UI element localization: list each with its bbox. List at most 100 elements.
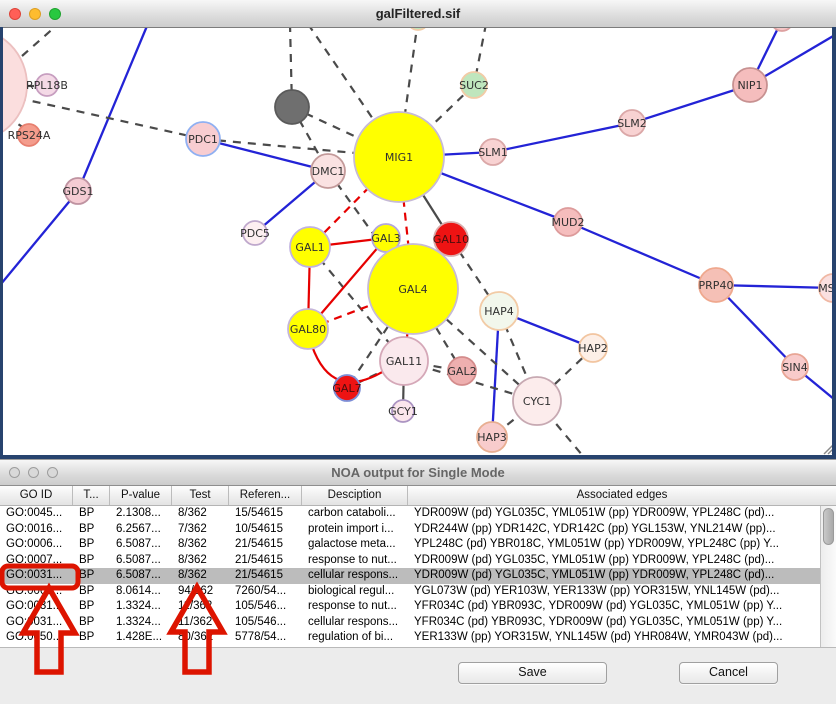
scrollbar-thumb[interactable] <box>823 508 834 545</box>
noa-titlebar[interactable]: NOA output for Single Mode <box>0 460 836 486</box>
table-row[interactable]: GO:0045...BP2.1308...8/36215/54615carbon… <box>0 506 820 522</box>
cell-p_value: 1.3324... <box>110 599 172 615</box>
cell-reference: 105/546... <box>229 615 302 631</box>
network-window: RPL18BRPS24APDC1GDS1MIG1SUC2SLM1DMC1PDC5… <box>0 0 836 459</box>
cell-go_id: GO:0016... <box>0 522 73 538</box>
cell-reference: 10/54615 <box>229 522 302 538</box>
cell-reference: 15/54615 <box>229 506 302 522</box>
cell-description: galactose meta... <box>302 537 408 553</box>
cell-description: cellular respons... <box>302 568 408 584</box>
table-row[interactable]: GO:0031...BP1.3324...11/362105/546...cel… <box>0 615 820 631</box>
network-titlebar[interactable]: galFiltered.sif <box>0 0 836 28</box>
cell-reference: 21/54615 <box>229 568 302 584</box>
table-row[interactable]: GO:0016...BP6.2567...7/36210/54615protei… <box>0 522 820 538</box>
cell-edges: YFR034C (pd) YBR093C, YDR009W (pd) YGL03… <box>408 599 820 615</box>
column-header-referen[interactable]: Referen... <box>229 486 302 505</box>
cell-description: protein import i... <box>302 522 408 538</box>
cell-go_id: GO:0045... <box>0 506 73 522</box>
vertical-scrollbar[interactable] <box>820 506 836 647</box>
cell-p_value: 1.3324... <box>110 615 172 631</box>
network-canvas[interactable]: RPL18BRPS24APDC1GDS1MIG1SUC2SLM1DMC1PDC5… <box>0 0 836 459</box>
cell-description: regulation of bi... <box>302 630 408 646</box>
cell-edges: YER133W (pp) YOR315W, YNL145W (pd) YHR08… <box>408 630 820 646</box>
cell-edges: YDR009W (pd) YGL035C, YML051W (pp) YDR00… <box>408 568 820 584</box>
node-label-SUC2: SUC2 <box>459 79 489 92</box>
close-button-icon[interactable] <box>9 8 21 20</box>
node-label-GDS1: GDS1 <box>63 185 94 198</box>
cell-test: 80/362 <box>172 630 229 646</box>
minimize-button-icon[interactable] <box>29 8 41 20</box>
node-label-RPS24A: RPS24A <box>8 129 51 142</box>
edge-blue <box>632 85 750 123</box>
cell-test: 8/362 <box>172 506 229 522</box>
node-label-HAP4: HAP4 <box>484 305 513 318</box>
cell-type: BP <box>73 615 110 631</box>
column-header-pvalue[interactable]: P-value <box>110 486 172 505</box>
table-row[interactable]: GO:0065...BP8.0614...94/3627260/54...bio… <box>0 584 820 600</box>
cell-reference: 5778/54... <box>229 630 302 646</box>
node-label-GAL11: GAL11 <box>386 355 422 368</box>
node-label-GAL2: GAL2 <box>447 365 476 378</box>
window-frame-right <box>832 27 836 459</box>
cell-test: 7/362 <box>172 522 229 538</box>
results-table: GO IDT...P-valueTestReferen...Desciption… <box>0 486 836 648</box>
cell-reference: 21/54615 <box>229 553 302 569</box>
table-row[interactable]: GO:0006...BP6.5087...8/36221/54615galact… <box>0 537 820 553</box>
cell-go_id: GO:0006... <box>0 537 73 553</box>
table-rows: GO:0045...BP2.1308...8/36215/54615carbon… <box>0 506 820 646</box>
table-row[interactable]: GO:0007...BP6.5087...8/36221/54615respon… <box>0 553 820 569</box>
cell-p_value: 6.5087... <box>110 553 172 569</box>
edge-blue <box>493 123 632 152</box>
network-window-title: galFiltered.sif <box>0 0 836 27</box>
cell-description: biological regul... <box>302 584 408 600</box>
cell-p_value: 1.428E... <box>110 630 172 646</box>
cell-test: 94/362 <box>172 584 229 600</box>
column-header-test[interactable]: Test <box>172 486 229 505</box>
cell-edges: YFR034C (pd) YBR093C, YDR009W (pd) YGL03… <box>408 615 820 631</box>
table-row-selected[interactable]: GO:0031...BP6.5087...8/36221/54615cellul… <box>0 568 820 584</box>
cell-type: BP <box>73 568 110 584</box>
table-row[interactable]: GO:0031...BP1.3324...11/362105/546...res… <box>0 599 820 615</box>
cell-go_id: GO:0031... <box>0 599 73 615</box>
node-label-RPL18B: RPL18B <box>26 79 68 92</box>
cell-p_value: 6.2567... <box>110 522 172 538</box>
noa-window-title: NOA output for Single Mode <box>0 460 836 485</box>
column-header-associatededges[interactable]: Associated edges <box>408 486 836 505</box>
column-header-goid[interactable]: GO ID <box>0 486 73 505</box>
zoom-button-icon[interactable] <box>49 8 61 20</box>
cell-edges: YDR009W (pd) YGL035C, YML051W (pp) YDR00… <box>408 506 820 522</box>
edge-blue <box>78 26 147 191</box>
minimize-button-inactive-icon[interactable] <box>28 467 39 478</box>
column-header-desciption[interactable]: Desciption <box>302 486 408 505</box>
node-label-HAP2: HAP2 <box>578 342 607 355</box>
node-label-SLM2: SLM2 <box>617 117 647 130</box>
node-gray-unlabeled[interactable] <box>275 90 309 124</box>
cell-description: response to nut... <box>302 553 408 569</box>
node-label-DMC1: DMC1 <box>312 165 345 178</box>
cell-go_id: GO:0050... <box>0 630 73 646</box>
node-label-GCY1: GCY1 <box>388 405 418 418</box>
cell-p_value: 6.5087... <box>110 537 172 553</box>
save-button[interactable]: Save <box>458 662 607 684</box>
cell-type: BP <box>73 630 110 646</box>
cell-type: BP <box>73 553 110 569</box>
node-label-GAL7: GAL7 <box>332 382 361 395</box>
table-row[interactable]: GO:0050...BP1.428E...80/3625778/54...reg… <box>0 630 820 646</box>
node-label-GAL3: GAL3 <box>371 232 400 245</box>
noa-output-window: NOA output for Single Mode GO IDT...P-va… <box>0 459 836 704</box>
cancel-button[interactable]: Cancel <box>679 662 778 684</box>
cell-edges: YPL248C (pd) YBR018C, YML051W (pp) YDR00… <box>408 537 820 553</box>
cell-reference: 7260/54... <box>229 584 302 600</box>
node-label-SIN4: SIN4 <box>782 361 807 374</box>
cell-p_value: 8.0614... <box>110 584 172 600</box>
zoom-button-inactive-icon[interactable] <box>47 467 58 478</box>
screen: { "network_window": { "title": "galFilte… <box>0 0 836 704</box>
cell-test: 8/362 <box>172 568 229 584</box>
edge-blue <box>0 191 78 290</box>
cell-test: 8/362 <box>172 553 229 569</box>
node-label-GAL10: GAL10 <box>433 233 469 246</box>
column-header-t[interactable]: T... <box>73 486 110 505</box>
cell-p_value: 2.1308... <box>110 506 172 522</box>
close-button-inactive-icon[interactable] <box>9 467 20 478</box>
cell-description: carbon cataboli... <box>302 506 408 522</box>
